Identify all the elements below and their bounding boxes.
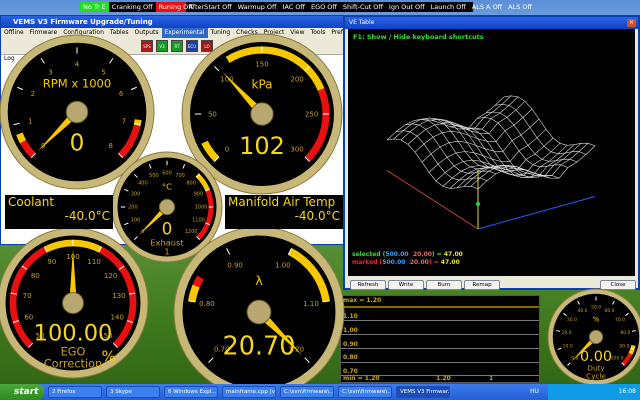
gauge-title: λ (255, 274, 263, 289)
tick-label: 50.0 (591, 305, 601, 311)
tick-label: 1.00 (275, 261, 291, 269)
tick-label: 1100 (192, 218, 205, 224)
tick-label: 70.0 (615, 317, 625, 323)
gauge-value: 0 (162, 220, 173, 239)
tick-label: 1200 (185, 229, 198, 235)
tick-label: 0 (225, 145, 229, 153)
needle-hub (158, 198, 176, 216)
tick-label: 20.0 (562, 330, 572, 336)
mat-display: Manifold Air Temp -40.0°C (225, 195, 343, 229)
tick-label: 130 (112, 292, 125, 300)
needle-hub (62, 292, 84, 314)
tick-label: 400 (138, 181, 148, 187)
yellow-zone (16, 132, 27, 144)
needle-hub (246, 299, 272, 325)
tick-label: 110 (87, 258, 100, 266)
gauge-ego: 5060708090100110120130140150100.00EGOCor… (0, 227, 149, 379)
tick-label: 300 (131, 192, 141, 198)
gauge-layer: 012345678RPM x 10000050100150200250300kP… (0, 33, 640, 384)
tick-label: 150 (255, 61, 268, 69)
gauge-subtitle: Correction (44, 358, 102, 371)
tick-label: 200 (128, 205, 138, 211)
gauge-value: 0 (70, 131, 85, 157)
tick-label: 7 (122, 118, 126, 126)
tick-label: 40.0 (577, 308, 587, 314)
yellow-zone (188, 284, 200, 303)
needle-hub (65, 100, 89, 124)
tick-label: 1 (28, 118, 32, 126)
gauge-value: 102 (239, 132, 285, 160)
tick-label: 30.0 (567, 317, 577, 323)
tick-label: 900 (194, 192, 204, 198)
tick-label: 300 (290, 145, 303, 153)
language-indicator[interactable]: HU (530, 384, 539, 400)
needle-hub (250, 102, 274, 126)
tick-label: 0.80 (199, 300, 215, 308)
tick-label: 10.0 (563, 344, 573, 350)
taskbar-item[interactable]: C:\svn\firmware\... (280, 386, 334, 398)
tick-label: 700 (175, 173, 185, 179)
tick-label: 500 (149, 173, 159, 179)
tick-label: 50 (208, 110, 217, 118)
tick-label: 80 (31, 272, 40, 280)
gauge-subtitle: Cycle (586, 371, 606, 380)
tick-label: 1000 (195, 205, 208, 211)
tick-label: 90.0 (619, 344, 629, 350)
start-button[interactable]: start (0, 384, 44, 400)
mat-label: Manifold Air Temp (228, 195, 336, 209)
needle-hub (588, 329, 604, 345)
coolant-value: -40.0°C (64, 209, 110, 223)
tick-label: 60.0 (604, 308, 614, 314)
mat-value: -40.0°C (294, 209, 340, 223)
gauge-title: RPM x 1000 (43, 76, 112, 90)
taskbar-item[interactable]: 6 Windows Expl... (164, 386, 218, 398)
tick-label: 800 (186, 181, 196, 187)
coolant-display: Coolant -40.0°C (5, 195, 113, 229)
tick-label: 6 (119, 90, 124, 98)
gauge-value: 100.00 (34, 321, 113, 347)
tick-label: 120 (104, 272, 117, 280)
taskbar-item[interactable]: C:\svn\firmware\... (338, 386, 392, 398)
tick-label: 70 (23, 292, 32, 300)
taskbar-item[interactable]: 2 Firefox (48, 386, 102, 398)
tick-label: 2 (31, 90, 35, 98)
coolant-label: Coolant (8, 195, 55, 209)
tick-mark (631, 330, 636, 332)
tick-label: 100 (131, 218, 141, 224)
gauge-subtitle: 1 (164, 246, 169, 256)
tick-label: 140 (111, 314, 124, 322)
tick-label: 200 (290, 75, 303, 83)
gauge-value: 0.00 (580, 349, 612, 365)
gauge-title: % (593, 315, 600, 324)
gauge-unit: % (102, 348, 116, 366)
tick-label: 0.90 (227, 261, 243, 269)
gauge-title: kPa (252, 77, 273, 91)
taskbar-item[interactable]: mainframe.cpp [v... (222, 386, 276, 398)
taskbar: start 2 Firefox 3 Skype 6 Windows Expl... m… (0, 384, 640, 400)
tick-label: 100.0 (611, 356, 624, 362)
red-zone (192, 275, 204, 288)
tick-label: 600 (162, 171, 172, 177)
tick-mark (556, 330, 561, 332)
tick-label: 90 (47, 258, 56, 266)
tick-label: 4 (75, 61, 80, 69)
tick-label: 250 (305, 110, 318, 118)
gauge-title: °C (162, 181, 172, 191)
gauge-duty: 0.010.020.030.040.050.060.070.080.090.01… (547, 288, 640, 384)
yellow-zone (628, 344, 636, 355)
system-tray: HU 16:08 (530, 384, 640, 400)
clock: 16:08 (618, 388, 636, 395)
tick-label: 1.10 (303, 300, 319, 308)
tick-label: 80.0 (620, 330, 630, 336)
taskbar-item[interactable]: VEMS V3 Firmwar... (396, 386, 450, 398)
taskbar-item[interactable]: 3 Skype (106, 386, 160, 398)
tick-label: 8 (109, 142, 113, 150)
tick-label: 60 (24, 314, 33, 322)
